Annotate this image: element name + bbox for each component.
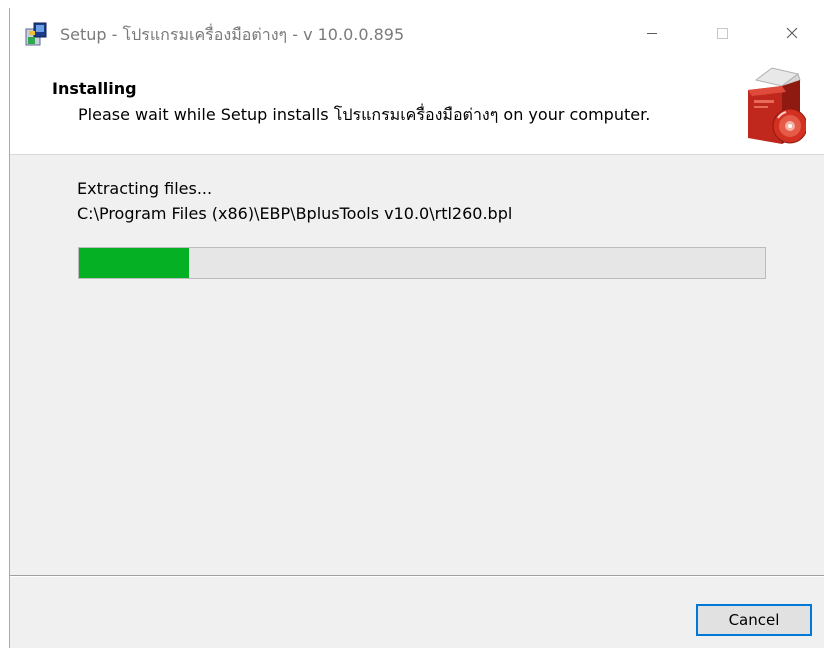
page-title: Installing [52,79,137,98]
close-icon [786,27,798,39]
setup-box-icon [24,21,50,47]
minimize-icon [647,33,657,34]
install-progress-bar [78,247,766,279]
current-file-path: C:\Program Files (x86)\EBP\BplusTools v1… [77,204,513,223]
window-title: Setup - โปรแกรมเครื่องมือต่างๆ - v 10.0.… [60,25,405,44]
wizard-header: Installing Please wait while Setup insta… [10,58,824,155]
cancel-button[interactable]: Cancel [696,604,812,636]
maximize-icon [717,28,728,39]
progress-fill [79,248,189,278]
page-subtitle: Please wait while Setup installs โปรแกรม… [78,105,651,124]
footer-divider [10,575,824,577]
title-bar[interactable]: Setup - โปรแกรมเครื่องมือต่างๆ - v 10.0.… [10,8,824,58]
minimize-button[interactable] [622,8,682,58]
close-button[interactable] [762,8,822,58]
installer-box-cd-icon [742,60,808,150]
status-message: Extracting files... [77,179,213,198]
maximize-button[interactable] [692,8,752,58]
setup-window: Setup - โปรแกรมเครื่องมือต่างๆ - v 10.0.… [10,8,824,648]
